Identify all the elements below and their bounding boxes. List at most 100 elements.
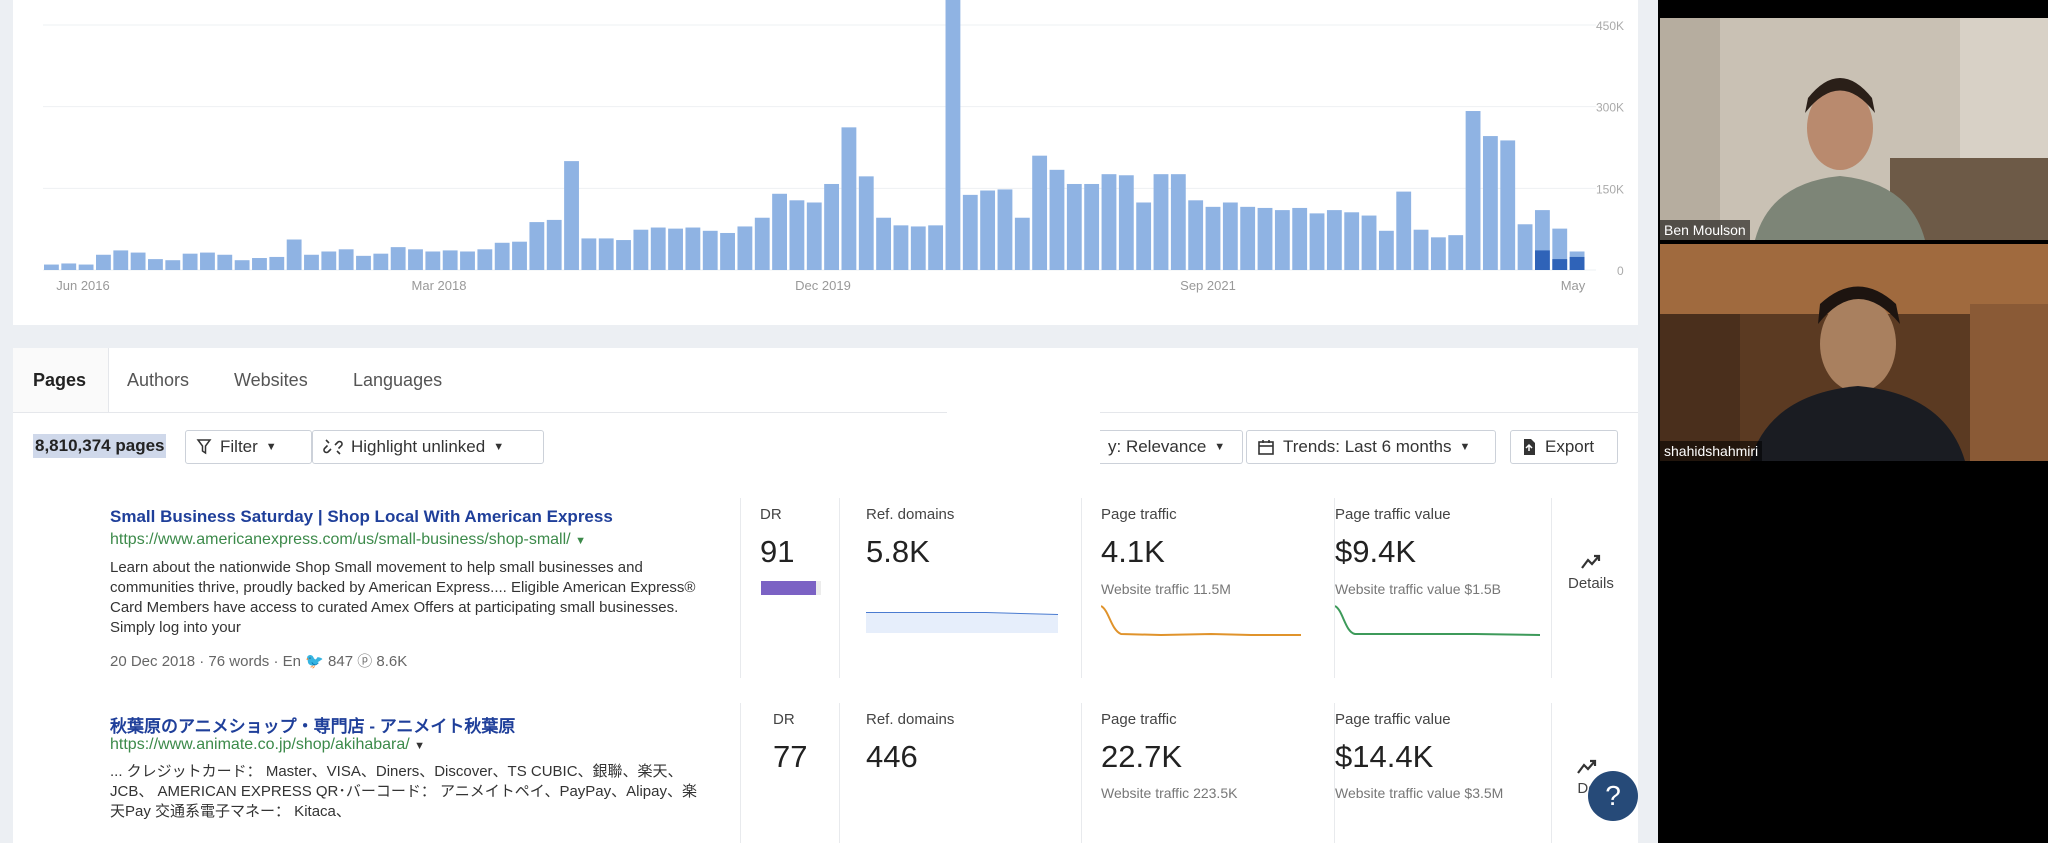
chart-bar[interactable] xyxy=(1378,230,1394,270)
chart-bar[interactable] xyxy=(1084,183,1100,270)
chart-bar[interactable] xyxy=(720,232,735,270)
chart-bar[interactable] xyxy=(1448,235,1464,270)
chart-bar[interactable] xyxy=(130,252,146,270)
chart-bar[interactable] xyxy=(390,247,406,270)
details-button[interactable]: Details xyxy=(1568,553,1614,592)
chart-bar[interactable] xyxy=(338,249,354,270)
chart-bar[interactable] xyxy=(564,161,579,270)
chart-bar[interactable] xyxy=(928,225,944,270)
chart-bar[interactable] xyxy=(806,202,822,270)
chart-bar[interactable] xyxy=(1482,136,1498,270)
chart-bar[interactable] xyxy=(1292,207,1308,270)
chart-bar[interactable] xyxy=(1205,206,1221,270)
chart-bar[interactable] xyxy=(200,252,215,270)
chart-bar[interactable] xyxy=(1413,229,1429,270)
result-title-link[interactable]: Small Business Saturday | Shop Local Wit… xyxy=(110,507,613,527)
chart-bar[interactable] xyxy=(1274,210,1290,270)
chart-bar[interactable] xyxy=(217,254,233,270)
tab-websites[interactable]: Websites xyxy=(234,370,308,391)
chart-bar[interactable] xyxy=(1014,217,1030,270)
chart-bar[interactable] xyxy=(442,250,458,270)
chart-bar[interactable] xyxy=(234,260,250,270)
chart-bar-highlight[interactable] xyxy=(1534,250,1550,270)
chart-bar[interactable] xyxy=(1257,207,1273,270)
filter-button[interactable]: Filter ▼ xyxy=(185,430,312,464)
chart-bar[interactable] xyxy=(772,193,787,270)
chart-bar[interactable] xyxy=(1118,175,1134,270)
chart-bar[interactable] xyxy=(1153,174,1169,270)
chart-bar[interactable] xyxy=(581,238,597,270)
chart-bar[interactable] xyxy=(910,226,926,270)
chart-bar[interactable] xyxy=(962,194,978,270)
chart-bar[interactable] xyxy=(425,251,441,270)
chart-bar[interactable] xyxy=(633,229,649,270)
chart-bar-highlight[interactable] xyxy=(1552,259,1568,270)
chart-bar[interactable] xyxy=(286,239,302,270)
chart-bar[interactable] xyxy=(408,249,423,270)
result-url-link[interactable]: https://www.americanexpress.com/us/small… xyxy=(110,531,586,549)
chart-bar[interactable] xyxy=(529,222,545,270)
chart-bar[interactable] xyxy=(945,0,961,270)
result-url-link[interactable]: https://www.animate.co.jp/shop/akihabara… xyxy=(110,736,425,754)
chart-bar[interactable] xyxy=(876,217,892,270)
chart-bar[interactable] xyxy=(841,127,857,270)
chart-bar[interactable] xyxy=(1101,174,1117,270)
chart-bar[interactable] xyxy=(61,263,77,270)
chart-bar[interactable] xyxy=(616,240,631,270)
chart-bar[interactable] xyxy=(824,183,840,270)
chart-bar[interactable] xyxy=(685,227,701,270)
chart-bar[interactable] xyxy=(96,254,111,270)
chart-bar[interactable] xyxy=(1326,210,1342,270)
chart-bar[interactable] xyxy=(356,255,371,270)
chart-bar[interactable] xyxy=(668,228,683,270)
chart-bar[interactable] xyxy=(980,190,996,270)
chart-bar[interactable] xyxy=(1049,169,1065,270)
chart-bar[interactable] xyxy=(893,225,909,270)
chart-bar[interactable] xyxy=(269,256,285,270)
chart-bar[interactable] xyxy=(789,200,805,270)
export-button[interactable]: Export xyxy=(1510,430,1618,464)
chart-bar[interactable] xyxy=(477,249,493,270)
chart-bar[interactable] xyxy=(1430,237,1446,270)
chart-bar[interactable] xyxy=(304,254,319,270)
chart-bar[interactable] xyxy=(182,253,198,270)
chart-bar[interactable] xyxy=(598,238,614,270)
chart-bar[interactable] xyxy=(165,260,181,270)
chart-bar[interactable] xyxy=(1170,174,1186,270)
chart-bar[interactable] xyxy=(1136,202,1152,270)
tab-authors[interactable]: Authors xyxy=(127,370,189,391)
chart-bar[interactable] xyxy=(997,189,1013,270)
chart-bar[interactable] xyxy=(1222,202,1238,270)
chart-bar[interactable] xyxy=(78,264,94,270)
chart-bar[interactable] xyxy=(1396,191,1412,270)
chart-bar[interactable] xyxy=(1517,224,1533,270)
chart-bar[interactable] xyxy=(1309,213,1325,270)
result-title-link[interactable]: 秋葉原のアニメショップ・専門店 - アニメイト秋葉原 xyxy=(110,712,515,737)
help-button[interactable]: ? xyxy=(1588,771,1638,821)
chart-bar[interactable] xyxy=(1240,206,1256,270)
chart-bar[interactable] xyxy=(1344,212,1360,270)
chart-bar[interactable] xyxy=(460,251,475,270)
chart-bar[interactable] xyxy=(650,227,666,270)
chart-bar[interactable] xyxy=(1188,200,1204,270)
chart-bar-highlight[interactable] xyxy=(1569,256,1585,270)
chart-bar[interactable] xyxy=(546,219,562,270)
chart-bar[interactable] xyxy=(1361,215,1377,270)
chart-bar[interactable] xyxy=(1032,155,1048,270)
chart-bar[interactable] xyxy=(148,259,163,270)
sort-dropdown[interactable]: y: Relevance ▼ xyxy=(1098,430,1243,464)
chart-bar[interactable] xyxy=(1066,183,1082,270)
chart-bar[interactable] xyxy=(702,230,718,270)
chart-bar[interactable] xyxy=(754,217,770,270)
chart-bar[interactable] xyxy=(113,250,129,270)
chart-bar[interactable] xyxy=(494,242,510,270)
tab-languages[interactable]: Languages xyxy=(353,370,442,391)
chart-bar[interactable] xyxy=(252,258,267,270)
chart-bar[interactable] xyxy=(44,264,59,270)
chart-bar[interactable] xyxy=(321,251,337,270)
highlight-unlinked-button[interactable]: Highlight unlinked ▼ xyxy=(312,430,544,464)
chart-bar[interactable] xyxy=(1500,140,1516,270)
chart-bar[interactable] xyxy=(373,253,389,270)
tab-pages[interactable]: Pages xyxy=(33,370,86,391)
chart-bar[interactable] xyxy=(512,241,527,270)
